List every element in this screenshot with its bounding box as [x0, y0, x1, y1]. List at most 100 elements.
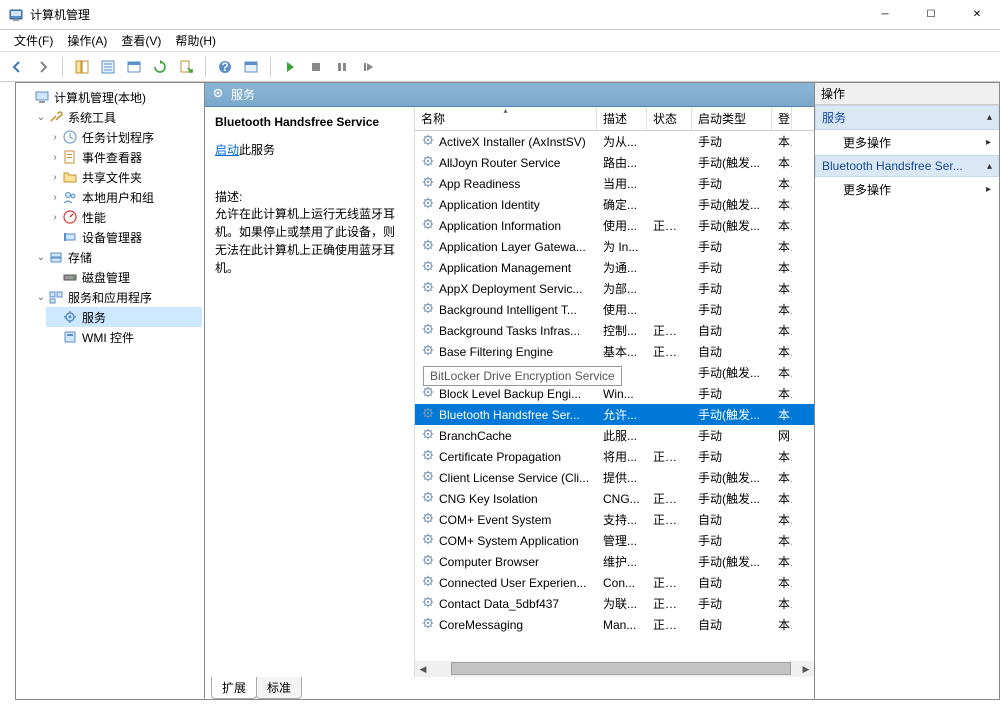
- tree-systools[interactable]: ⌄系统工具: [32, 107, 202, 127]
- service-row[interactable]: AllJoyn Router Service路由...手动(触发...本: [415, 152, 814, 173]
- tree-devmgr[interactable]: 设备管理器: [46, 227, 202, 247]
- menu-file[interactable]: 文件(F): [8, 30, 59, 51]
- service-row[interactable]: CNG Key IsolationCNG...正在...手动(触发...本: [415, 488, 814, 509]
- service-row[interactable]: Certificate Propagation将用...正在...手动本: [415, 446, 814, 467]
- service-start-cell: 自动: [692, 616, 772, 633]
- col-desc[interactable]: 描述: [597, 107, 647, 130]
- service-row[interactable]: Application Information使用...正在...手动(触发..…: [415, 215, 814, 236]
- col-start[interactable]: 启动类型: [692, 107, 772, 130]
- help2-button[interactable]: [240, 56, 262, 78]
- scroll-thumb[interactable]: [451, 662, 791, 675]
- menu-help[interactable]: 帮助(H): [169, 30, 222, 51]
- service-row[interactable]: Base Filtering Engine基本...正在...自动本: [415, 341, 814, 362]
- service-row[interactable]: Client License Service (Cli...提供...手动(触发…: [415, 467, 814, 488]
- tab-extended[interactable]: 扩展: [211, 677, 257, 699]
- col-status[interactable]: 状态: [647, 107, 692, 130]
- service-logon-cell: 本: [772, 553, 792, 570]
- help-button[interactable]: ?: [214, 56, 236, 78]
- menu-action[interactable]: 操作(A): [61, 30, 113, 51]
- service-start-cell: 手动: [692, 301, 772, 318]
- show-hide-tree-button[interactable]: [71, 56, 93, 78]
- scroll-left-button[interactable]: ◀: [415, 661, 431, 677]
- col-logon[interactable]: 登: [772, 107, 792, 130]
- action-more-2[interactable]: 更多操作▸: [815, 177, 999, 202]
- close-button[interactable]: ✕: [954, 0, 1000, 30]
- service-desc-cell: 控制...: [597, 322, 647, 339]
- collapse-icon[interactable]: ⌄: [34, 292, 48, 303]
- tree-diskmgmt[interactable]: 磁盘管理: [46, 267, 202, 287]
- tree-shared[interactable]: ›共享文件夹: [46, 167, 202, 187]
- service-row[interactable]: Computer Browser维护...手动(触发...本: [415, 551, 814, 572]
- service-desc-cell: CNG...: [597, 492, 647, 506]
- export-button[interactable]: [123, 56, 145, 78]
- service-desc-cell: Win...: [597, 387, 647, 401]
- service-row[interactable]: Application Identity确定...手动(触发...本: [415, 194, 814, 215]
- service-start-cell: 手动(触发...: [692, 196, 772, 213]
- service-row[interactable]: AppX Deployment Servic...为部...手动本: [415, 278, 814, 299]
- service-logon-cell: 本: [772, 616, 792, 633]
- service-row[interactable]: BranchCache此服...手动网: [415, 425, 814, 446]
- restart-service-button[interactable]: [357, 56, 379, 78]
- tab-standard[interactable]: 标准: [256, 677, 302, 699]
- collapse-icon[interactable]: ⌄: [34, 252, 48, 263]
- service-row[interactable]: CoreMessagingMan...正在...自动本: [415, 614, 814, 635]
- action-group-services[interactable]: 服务▴: [815, 105, 999, 130]
- tree-root[interactable]: 计算机管理(本地): [18, 87, 202, 107]
- action-group-selected[interactable]: Bluetooth Handsfree Ser...▴: [815, 155, 999, 177]
- tree-svcapps[interactable]: ⌄服务和应用程序: [32, 287, 202, 307]
- back-button[interactable]: [6, 56, 28, 78]
- service-logon-cell: 本: [772, 343, 792, 360]
- service-row[interactable]: ActiveX Installer (AxInstSV)为从...手动本: [415, 131, 814, 152]
- tree-services[interactable]: 服务: [46, 307, 202, 327]
- service-row[interactable]: Application Layer Gatewa...为 In...手动本: [415, 236, 814, 257]
- start-link[interactable]: 启动: [215, 143, 239, 157]
- tree-perf[interactable]: ›性能: [46, 207, 202, 227]
- service-row[interactable]: Background Tasks Infras...控制...正在...自动本: [415, 320, 814, 341]
- service-status-cell: 正在...: [647, 448, 692, 465]
- forward-button[interactable]: [32, 56, 54, 78]
- start-service-button[interactable]: [279, 56, 301, 78]
- tree-users[interactable]: ›本地用户和组: [46, 187, 202, 207]
- service-row[interactable]: App Readiness当用...手动本: [415, 173, 814, 194]
- properties-button[interactable]: [97, 56, 119, 78]
- titlebar: 计算机管理 ─ ☐ ✕: [0, 0, 1000, 30]
- gear-icon: [421, 511, 435, 528]
- service-row[interactable]: COM+ Event System支持...正在...自动本: [415, 509, 814, 530]
- service-row[interactable]: Application Management为通...手动本: [415, 257, 814, 278]
- collapse-icon[interactable]: ⌄: [34, 112, 48, 123]
- service-status-cell: 正在...: [647, 574, 692, 591]
- expand-icon[interactable]: ›: [48, 192, 62, 203]
- service-row[interactable]: Background Intelligent T...使用...手动本: [415, 299, 814, 320]
- service-status-cell: 正在...: [647, 490, 692, 507]
- h-scrollbar[interactable]: ◀ ▶: [415, 661, 814, 677]
- expand-icon[interactable]: ›: [48, 152, 62, 163]
- tree-eventvwr[interactable]: ›事件查看器: [46, 147, 202, 167]
- stop-service-button[interactable]: [305, 56, 327, 78]
- expand-icon[interactable]: ›: [48, 212, 62, 223]
- service-row[interactable]: Contact Data_5dbf437为联...正在...手动本: [415, 593, 814, 614]
- desc-label: 描述:: [215, 188, 404, 205]
- service-row[interactable]: Connected User Experien...Con...正在...自动本: [415, 572, 814, 593]
- maximize-button[interactable]: ☐: [908, 0, 954, 30]
- minimize-button[interactable]: ─: [862, 0, 908, 30]
- col-name[interactable]: 名称▴: [415, 107, 597, 130]
- service-desc-cell: 提供...: [597, 469, 647, 486]
- gear-icon: [421, 301, 435, 318]
- service-row[interactable]: Bluetooth Handsfree Ser...允许...手动(触发...本: [415, 404, 814, 425]
- menu-view[interactable]: 查看(V): [115, 30, 167, 51]
- export-list-button[interactable]: [175, 56, 197, 78]
- service-row[interactable]: Block Level Backup Engi...Win...手动本: [415, 383, 814, 404]
- expand-icon[interactable]: ›: [48, 132, 62, 143]
- tools-icon: [48, 109, 64, 125]
- pause-service-button[interactable]: [331, 56, 353, 78]
- tree-storage[interactable]: ⌄存储: [32, 247, 202, 267]
- service-name-cell: Bluetooth Handsfree Ser...: [415, 406, 597, 423]
- service-desc-cell: Man...: [597, 618, 647, 632]
- refresh-button[interactable]: [149, 56, 171, 78]
- service-row[interactable]: COM+ System Application管理...手动本: [415, 530, 814, 551]
- scroll-right-button[interactable]: ▶: [798, 661, 814, 677]
- tree-wmi[interactable]: WMI 控件: [46, 327, 202, 347]
- action-more-1[interactable]: 更多操作▸: [815, 130, 999, 155]
- expand-icon[interactable]: ›: [48, 172, 62, 183]
- tree-schedtasks[interactable]: ›任务计划程序: [46, 127, 202, 147]
